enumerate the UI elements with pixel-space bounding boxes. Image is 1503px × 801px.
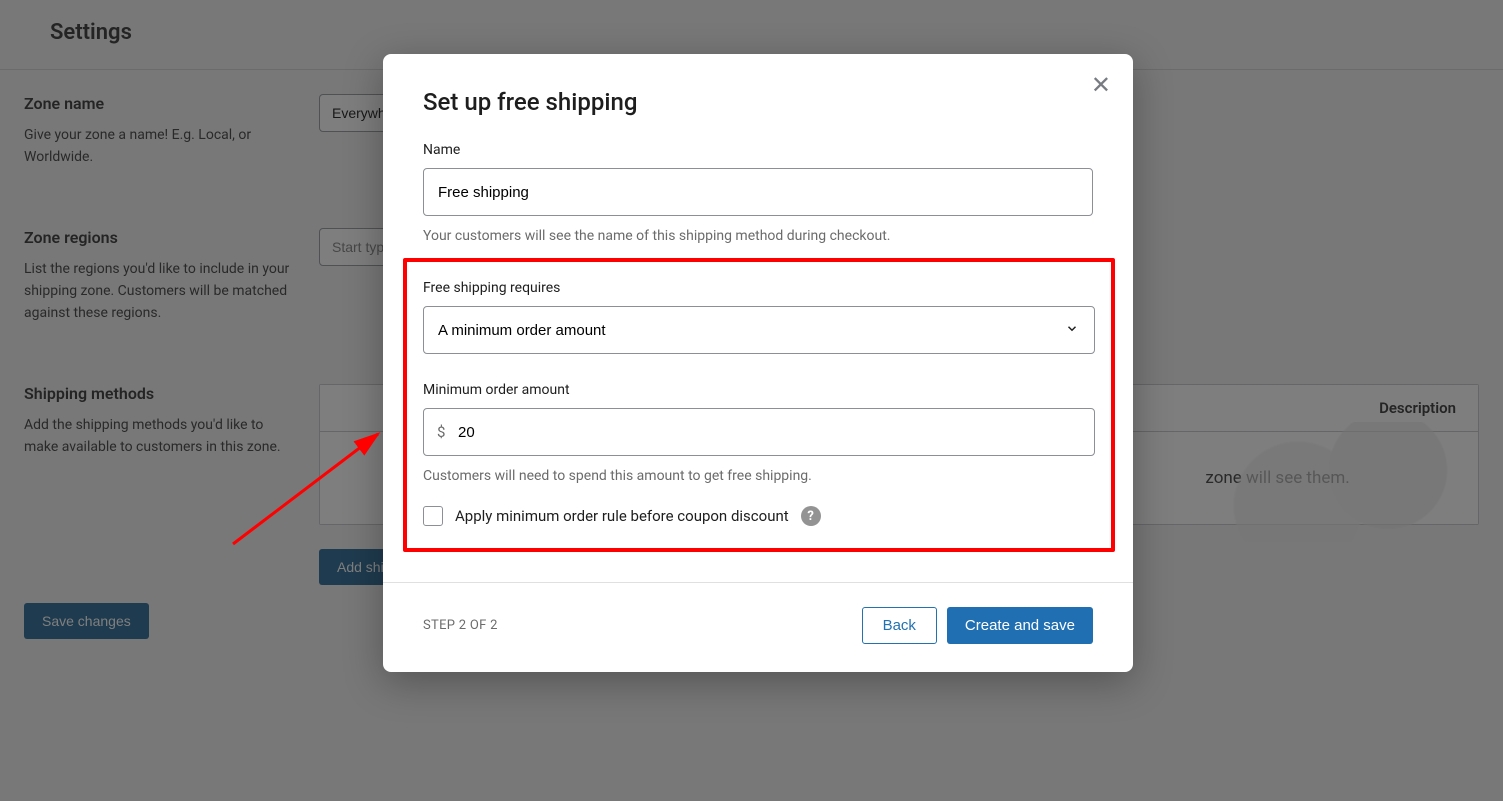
help-icon[interactable]: ? — [801, 506, 821, 526]
back-button[interactable]: Back — [862, 607, 937, 644]
name-hint: Your customers will see the name of this… — [423, 228, 1093, 244]
close-icon: ✕ — [1091, 72, 1111, 99]
apply-rule-checkbox[interactable] — [423, 506, 443, 526]
name-field: Name Your customers will see the name of… — [423, 142, 1093, 244]
free-shipping-modal: ✕ Set up free shipping Name Your custome… — [383, 54, 1133, 672]
name-label: Name — [423, 142, 1093, 158]
requires-label: Free shipping requires — [423, 280, 1095, 296]
step-indicator: STEP 2 OF 2 — [423, 618, 498, 633]
apply-rule-row: Apply minimum order rule before coupon d… — [423, 506, 1095, 526]
min-amount-input[interactable] — [423, 408, 1095, 456]
currency-symbol: $ — [437, 423, 445, 441]
requires-field: Free shipping requires A minimum order a… — [423, 280, 1095, 354]
min-amount-field: Minimum order amount $ Customers will ne… — [423, 382, 1095, 484]
highlight-annotation: Free shipping requires A minimum order a… — [403, 258, 1115, 552]
modal-title: Set up free shipping — [423, 88, 1093, 116]
modal-footer: STEP 2 OF 2 Back Create and save — [383, 582, 1133, 644]
min-amount-label: Minimum order amount — [423, 382, 1095, 398]
create-and-save-button[interactable]: Create and save — [947, 607, 1093, 644]
name-input[interactable] — [423, 168, 1093, 216]
close-button[interactable]: ✕ — [1091, 74, 1111, 98]
requires-select[interactable]: A minimum order amount — [423, 306, 1095, 354]
min-amount-hint: Customers will need to spend this amount… — [423, 468, 1095, 484]
apply-rule-label: Apply minimum order rule before coupon d… — [455, 507, 789, 525]
